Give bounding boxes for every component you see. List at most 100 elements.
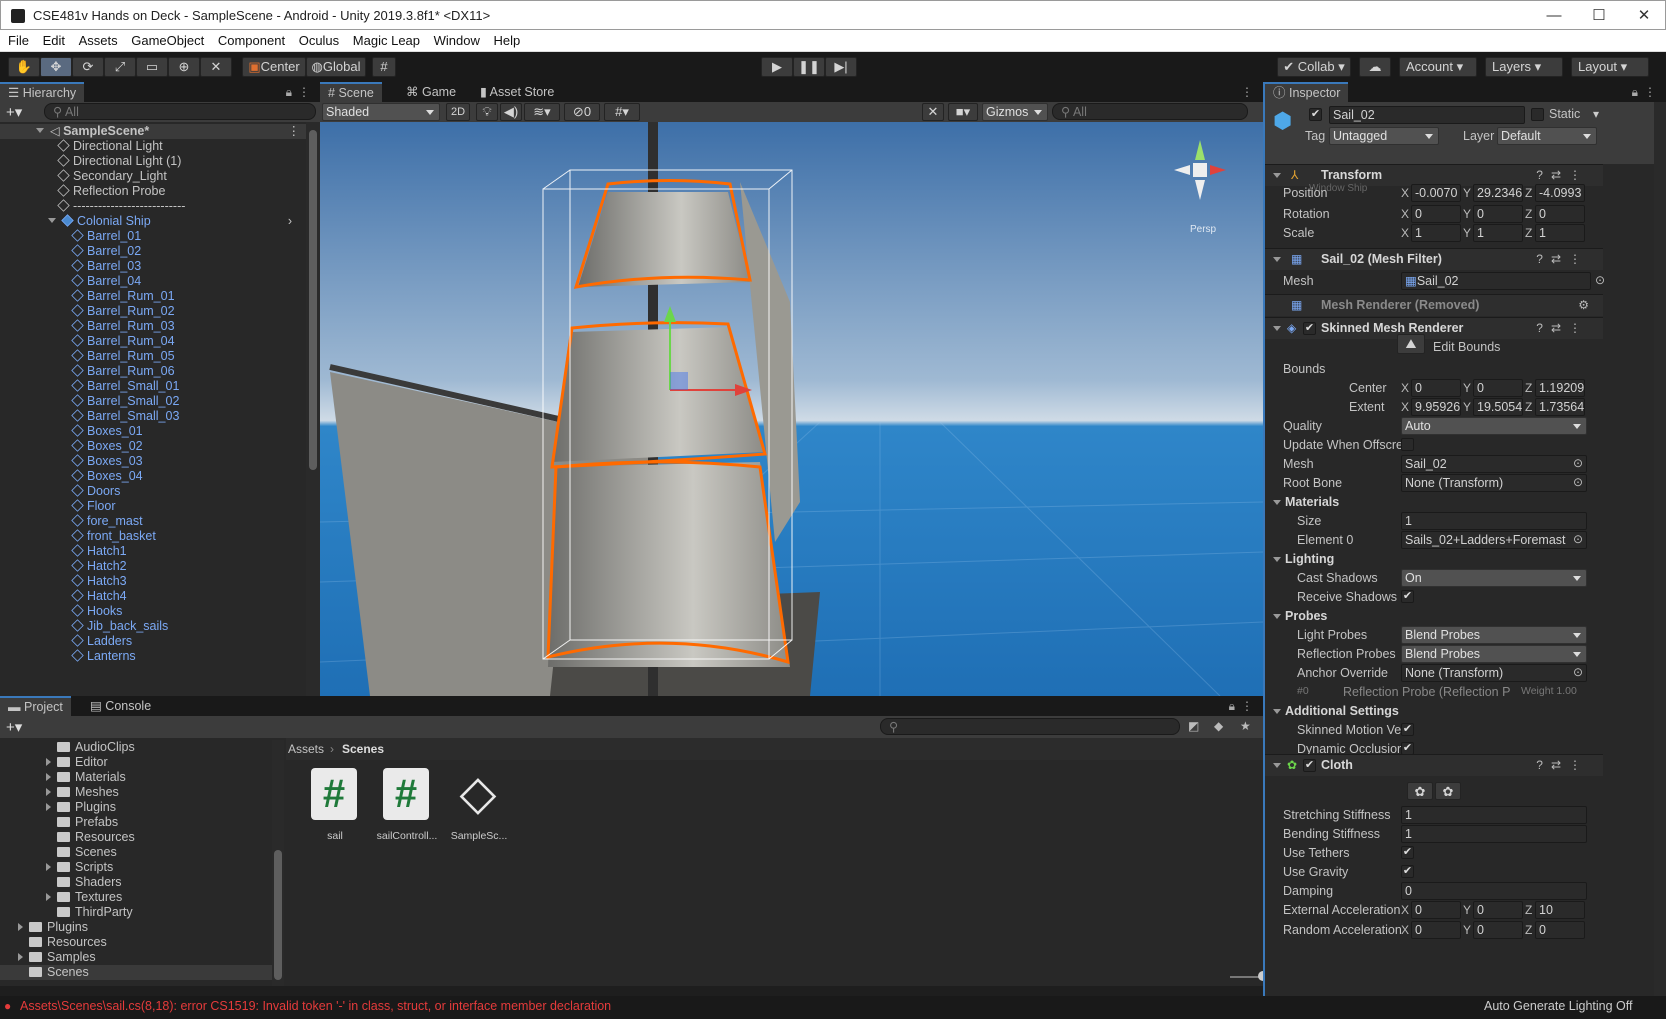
pause-button[interactable]: ❚❚	[793, 57, 825, 77]
close-button[interactable]: ✕	[1621, 5, 1666, 27]
vector-y-field[interactable]: 19.5054	[1473, 398, 1523, 416]
hierarchy-child-item[interactable]: Barrel_Small_03	[0, 409, 306, 424]
hierarchy-item[interactable]: ---------------------------	[0, 199, 306, 214]
vector-y-field[interactable]: 0	[1473, 901, 1523, 919]
scene-root-row[interactable]: ◁ SampleScene* ⋮	[0, 124, 306, 139]
edit-bounds-button[interactable]: ⛰	[1397, 334, 1425, 354]
damping-field[interactable]: 0	[1401, 882, 1587, 900]
minimize-button[interactable]: —	[1531, 5, 1577, 27]
project-folder-item[interactable]: Editor	[0, 755, 272, 770]
hierarchy-child-item[interactable]: Hatch3	[0, 574, 306, 589]
static-dropdown-icon[interactable]: ▾	[1593, 107, 1599, 121]
snap-grid-icon[interactable]: #	[372, 57, 396, 77]
skinned-mesh-renderer-header[interactable]: ◈ ✔ Skinned Mesh Renderer ?⇄⋮	[1265, 317, 1603, 339]
menu-magic-leap[interactable]: Magic Leap	[353, 30, 420, 51]
scrollbar-thumb[interactable]	[309, 130, 317, 470]
update-offscreen-checkbox[interactable]	[1401, 438, 1414, 451]
active-checkbox[interactable]: ✔	[1309, 108, 1322, 121]
project-folder-item[interactable]: Textures	[0, 890, 272, 905]
menu-file[interactable]: File	[8, 30, 29, 51]
rect-tool-icon[interactable]: ▭	[136, 57, 168, 77]
tab-asset-store[interactable]: ▮ Asset Store	[472, 82, 562, 102]
hierarchy-child-item[interactable]: Barrel_Rum_03	[0, 319, 306, 334]
transform-header[interactable]: ⅄ Transform Window Ship ?⇄⋮	[1265, 164, 1603, 194]
receive-shadows-checkbox[interactable]: ✔	[1401, 590, 1414, 603]
project-folder-item[interactable]: ThirdParty	[0, 905, 272, 920]
element0-field[interactable]: Sails_02+Ladders+Foremast	[1401, 531, 1587, 549]
gizmos-dropdown[interactable]: Gizmos	[982, 103, 1048, 121]
add-icon[interactable]: +▾	[6, 103, 22, 121]
hierarchy-child-item[interactable]: Hatch1	[0, 544, 306, 559]
mode-2d-toggle[interactable]: 2D	[446, 103, 470, 121]
cloth-header[interactable]: ✿ ✔ Cloth ?⇄⋮	[1265, 754, 1603, 776]
vector-z-field[interactable]: 10	[1535, 901, 1585, 919]
cloth-edit-collision-icon[interactable]: ✿	[1435, 782, 1461, 800]
hierarchy-child-item[interactable]: front_basket	[0, 529, 306, 544]
cast-shadows-dropdown[interactable]: On	[1401, 569, 1587, 587]
tag-dropdown[interactable]: Untagged	[1329, 127, 1439, 145]
camera-dropdown-icon[interactable]: ■▾	[948, 103, 978, 121]
vector-z-field[interactable]: 1	[1535, 224, 1585, 242]
cloud-icon[interactable]: ☁	[1359, 57, 1391, 77]
vector-z-field[interactable]: -4.0993	[1535, 184, 1585, 202]
anchor-override-field[interactable]: None (Transform)	[1401, 664, 1587, 682]
component-actions-icon[interactable]: ?⇄⋮	[1536, 758, 1589, 772]
quality-dropdown[interactable]: Auto	[1401, 417, 1587, 435]
vector-z-field[interactable]: 1.73564	[1535, 398, 1585, 416]
chevron-right-icon[interactable]	[18, 923, 23, 931]
hierarchy-child-item[interactable]: Barrel_Rum_04	[0, 334, 306, 349]
use-tethers-checkbox[interactable]: ✔	[1401, 846, 1414, 859]
menu-assets[interactable]: Assets	[79, 30, 118, 51]
hierarchy-child-item[interactable]: Jib_back_sails	[0, 619, 306, 634]
hierarchy-child-item[interactable]: Barrel_01	[0, 229, 306, 244]
move-tool-icon[interactable]: ✥	[40, 57, 72, 77]
kebab-menu-icon[interactable]: ⋮	[288, 124, 301, 139]
collab-dropdown[interactable]: ✔ Collab ▾	[1277, 57, 1351, 77]
layers-dropdown[interactable]: Layers ▾	[1485, 57, 1563, 77]
hierarchy-child-item[interactable]: Hatch2	[0, 559, 306, 574]
project-folder-item[interactable]: Scenes	[0, 965, 272, 980]
vector-x-field[interactable]: 1	[1411, 224, 1461, 242]
project-folder-item[interactable]: Shaders	[0, 875, 272, 890]
vector-y-field[interactable]: 29.2346	[1473, 184, 1523, 202]
add-icon[interactable]: +▾	[6, 718, 22, 736]
bending-stiffness-field[interactable]: 1	[1401, 825, 1587, 843]
hierarchy-item[interactable]: Directional Light	[0, 139, 306, 154]
object-picker-icon[interactable]: ⊙	[1573, 475, 1583, 489]
vector-x-field[interactable]: -0.0070	[1411, 184, 1461, 202]
tab-console[interactable]: ▤ Console	[82, 696, 159, 716]
light-probes-dropdown[interactable]: Blend Probes	[1401, 626, 1587, 644]
component-actions-icon[interactable]: ?⇄⋮	[1536, 321, 1589, 335]
menu-component[interactable]: Component	[218, 30, 285, 51]
asset-item[interactable]: # sailControll...	[372, 768, 442, 868]
hierarchy-child-item[interactable]: Barrel_Rum_02	[0, 304, 306, 319]
menu-gameobject[interactable]: GameObject	[131, 30, 204, 51]
vector-y-field[interactable]: 0	[1473, 205, 1523, 223]
hierarchy-child-item[interactable]: Hatch4	[0, 589, 306, 604]
hierarchy-child-item[interactable]: Barrel_Rum_01	[0, 289, 306, 304]
hierarchy-child-item[interactable]: Boxes_04	[0, 469, 306, 484]
menu-edit[interactable]: Edit	[43, 30, 65, 51]
component-actions-icon[interactable]: ?⇄⋮	[1536, 168, 1589, 182]
root-bone-field[interactable]: None (Transform)	[1401, 474, 1587, 492]
hierarchy-child-item[interactable]: Boxes_02	[0, 439, 306, 454]
hierarchy-child-item[interactable]: Barrel_Rum_05	[0, 349, 306, 364]
inspector-scrollbar[interactable]	[1654, 102, 1666, 996]
tab-hierarchy[interactable]: ☰ Hierarchy	[0, 82, 85, 102]
vector-y-field[interactable]: 0	[1473, 921, 1523, 939]
maximize-button[interactable]: ☐	[1576, 5, 1622, 27]
tab-game[interactable]: ⌘ Game	[398, 82, 464, 102]
vector-x-field[interactable]: 9.95926	[1411, 398, 1461, 416]
stretching-stiffness-field[interactable]: 1	[1401, 806, 1587, 824]
project-folder-item[interactable]: Plugins	[0, 800, 272, 815]
filter-label-icon[interactable]: ◆	[1214, 719, 1223, 733]
custom-tool-icon[interactable]: ✕	[200, 57, 232, 77]
hierarchy-child-item[interactable]: Boxes_01	[0, 424, 306, 439]
kebab-menu-icon[interactable]: ⋮	[1644, 85, 1656, 99]
lock-icon[interactable]: 🔒︎	[286, 85, 292, 100]
account-dropdown[interactable]: Account ▾	[1399, 57, 1477, 77]
chevron-right-icon[interactable]	[46, 893, 51, 901]
hierarchy-child-item[interactable]: Barrel_02	[0, 244, 306, 259]
breadcrumb-scenes[interactable]: Scenes	[342, 742, 384, 756]
vector-z-field[interactable]: 1.19209	[1535, 379, 1585, 397]
